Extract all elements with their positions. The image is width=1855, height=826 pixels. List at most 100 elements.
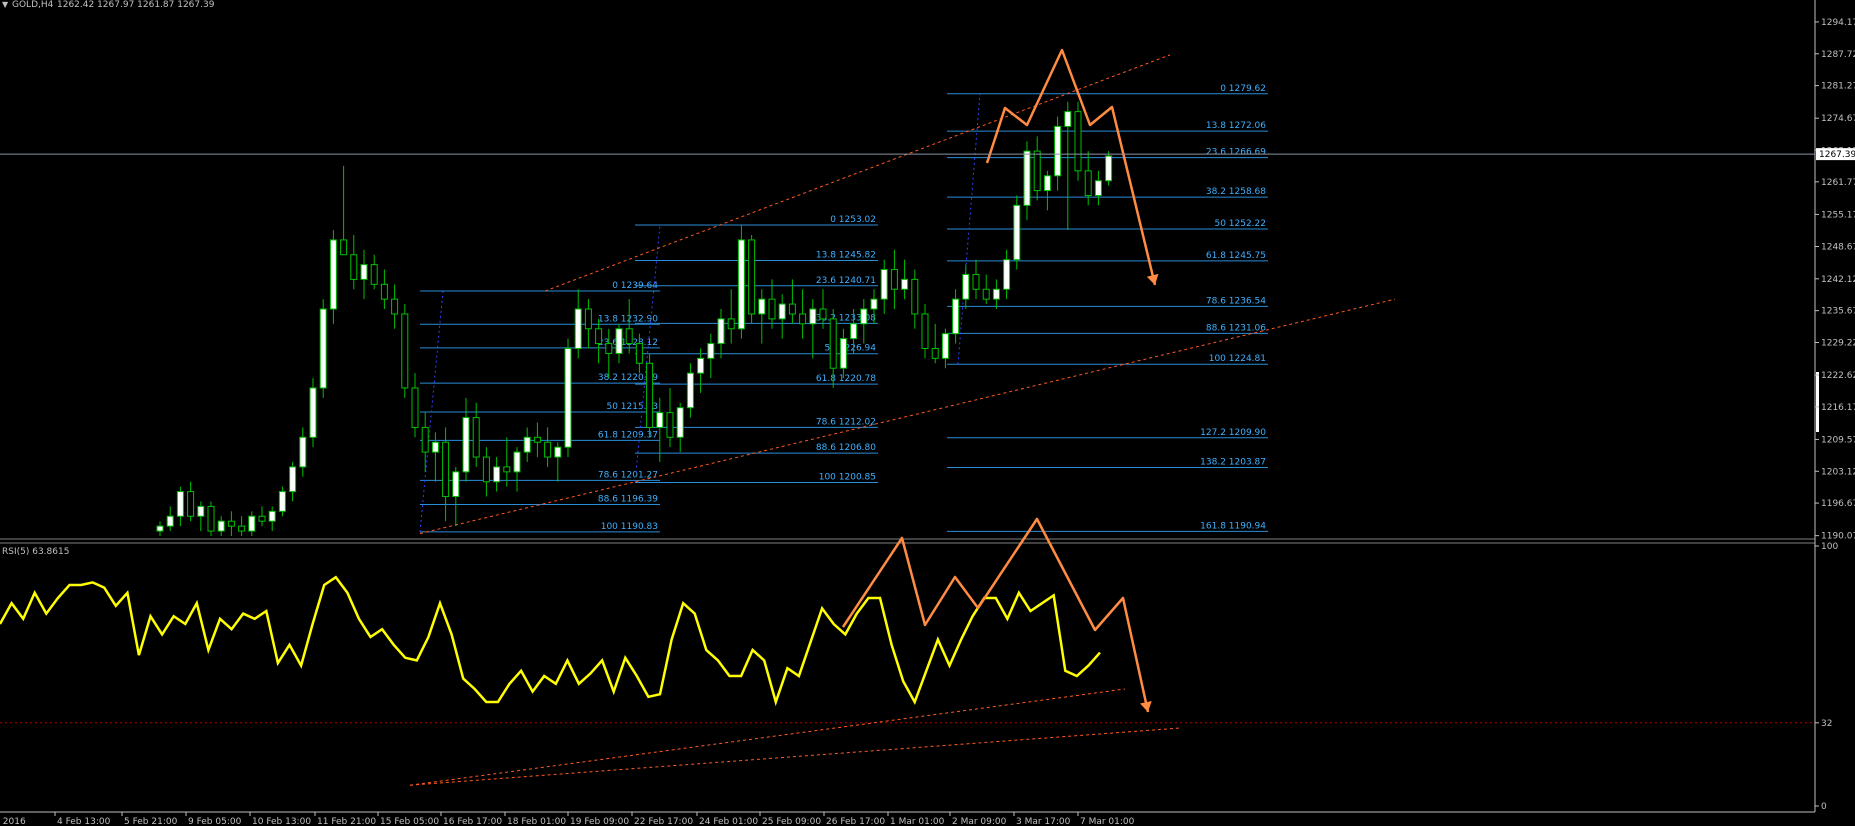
rsi-layer <box>0 575 1181 786</box>
fib-level-label: 88.6 1231.06 <box>1206 323 1266 333</box>
fib-level-label: 13.8 1245.82 <box>816 251 876 261</box>
rsi-tick-label: 100 <box>1821 542 1838 552</box>
candle-bear <box>421 426 429 453</box>
rsi-projection-arrow <box>841 517 1150 713</box>
candle-bear <box>921 313 929 349</box>
time-tick-label: 22 Feb 17:00 <box>634 817 693 826</box>
candle-bull <box>554 446 562 458</box>
candle-bull <box>860 308 868 325</box>
candle-bull <box>1013 204 1021 261</box>
candle-bear <box>238 525 246 532</box>
candle-bull <box>564 347 572 448</box>
fib-level-label: 61.8 1220.78 <box>816 374 876 384</box>
candle-bull <box>493 466 501 483</box>
candle-bull <box>523 436 531 453</box>
candle-bear <box>503 466 511 473</box>
candle-bear <box>625 328 633 345</box>
candle-bull <box>615 328 623 354</box>
fib-level-label: 100 1224.81 <box>1209 354 1266 364</box>
candle-bear <box>370 264 378 285</box>
price-tick-label: 1281.27 <box>1821 82 1855 92</box>
rsi-label: RSI(5) 63.8615 <box>2 547 69 557</box>
annotation-arrows <box>841 48 1159 713</box>
time-tick-label: 25 Feb 09:00 <box>762 817 821 826</box>
candle-bear <box>544 441 552 458</box>
candle-bear <box>972 273 980 290</box>
candle-bear <box>1033 150 1041 192</box>
price-projection-arrow-head <box>1146 273 1159 285</box>
price-tick-label: 1255.17 <box>1821 210 1855 220</box>
candle-bear <box>727 318 735 330</box>
candle-bull <box>839 338 847 369</box>
candle-bull <box>1003 259 1011 290</box>
candle-bull <box>941 333 949 359</box>
price-tick-label: 1196.67 <box>1821 499 1855 509</box>
ohlc-readout: 1262.42 1267.97 1261.87 1267.39 <box>57 0 215 10</box>
candle-bear <box>227 520 235 527</box>
candle-bull <box>431 441 439 453</box>
candle-bull <box>778 303 786 320</box>
candle-bull <box>289 466 297 493</box>
rsi-tick-label: 0 <box>1821 802 1827 812</box>
candle-bull <box>268 510 276 522</box>
candle-bear <box>911 278 919 315</box>
fib-level-label: 61.8 1245.75 <box>1206 251 1266 261</box>
fib-level-label: 127.2 1209.90 <box>1200 428 1266 438</box>
fib-level-label: 13.8 1272.06 <box>1206 121 1266 131</box>
candle-bull <box>656 412 664 428</box>
axis-scroll-handle[interactable] <box>1816 372 1819 432</box>
candle-bull <box>962 273 970 300</box>
candle-bull <box>1023 150 1031 206</box>
candle-bear <box>819 308 827 320</box>
candle-bear <box>605 343 613 354</box>
price-tick-label: 1209.57 <box>1821 435 1855 445</box>
time-tick-label: 18 Feb 01:00 <box>507 817 566 826</box>
time-tick-label: 11 Feb 21:00 <box>317 817 376 826</box>
candle-bear <box>829 318 837 369</box>
candle-bear <box>207 505 215 532</box>
time-tick-label: Feb 2016 <box>0 817 26 826</box>
candle-bear <box>350 254 358 280</box>
candle-bull <box>156 525 164 532</box>
price-tick-label: 1229.22 <box>1821 338 1855 348</box>
candle-bull <box>574 308 582 349</box>
candle-bull <box>707 343 715 359</box>
rsi-projection-arrow-head <box>1139 700 1152 712</box>
price-tick-label: 1242.12 <box>1821 275 1855 285</box>
fib-level-label: 100 1190.83 <box>601 522 658 532</box>
candle-bull <box>1094 180 1102 197</box>
candle-bull <box>880 269 888 300</box>
candle-bull <box>319 308 327 389</box>
candle-bear <box>411 387 419 428</box>
time-tick-label: 19 Feb 09:00 <box>570 817 629 826</box>
time-tick-label: 15 Feb 05:00 <box>380 817 439 826</box>
fib-level-label: 23.6 1240.71 <box>816 276 876 286</box>
candle-bear <box>401 313 409 389</box>
time-axis: Feb 2016 4 Feb 13:00 5 Feb 21:00 9 Feb 05:0… <box>0 812 1135 826</box>
candle-bear <box>595 328 603 345</box>
fib-anchor-line <box>419 290 444 532</box>
candle-bull <box>248 515 256 532</box>
candle-bear <box>584 308 592 330</box>
candle-bear <box>472 417 480 458</box>
header-dropdown[interactable]: ▼ <box>2 0 9 9</box>
candle-bear <box>666 412 674 438</box>
fib-level-label: 78.6 1236.54 <box>1206 296 1266 306</box>
candle-bull <box>737 239 745 330</box>
candle-bull <box>452 471 460 498</box>
candle-bear <box>1084 170 1092 197</box>
candle-bear <box>187 491 195 517</box>
candle-bull <box>686 372 694 409</box>
time-tick-label: 9 Feb 05:00 <box>188 817 242 826</box>
price-tick-label: 1235.67 <box>1821 307 1855 317</box>
time-tick-label: 4 Feb 13:00 <box>57 817 111 826</box>
candle-bull <box>1064 111 1072 127</box>
candle-bear <box>391 298 399 315</box>
rsi-trendline-lower <box>409 727 1181 786</box>
fib-level-label: 50 1252.22 <box>1214 219 1266 229</box>
price-tick-label: 1248.67 <box>1821 242 1855 252</box>
fib-level-label: 88.6 1206.80 <box>816 443 876 453</box>
rsi-trendline-upper <box>409 688 1126 786</box>
candle-bull <box>1043 175 1051 192</box>
price-tick-label: 1216.17 <box>1821 403 1855 413</box>
